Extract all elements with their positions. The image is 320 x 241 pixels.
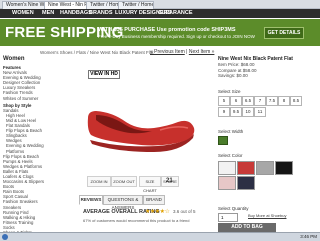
- sidebar-item[interactable]: Evening & Wedding: [3, 143, 44, 148]
- nav-men[interactable]: MEN: [42, 10, 54, 17]
- get-details-button[interactable]: GET DETAILS: [264, 27, 304, 39]
- promo-details: Free 2-Day Business membership required.…: [98, 34, 255, 39]
- item-pager: « Previous Item | Next Item »: [150, 49, 214, 55]
- tab-questions-answers[interactable]: QUESTIONS & ANSWERS: [103, 195, 143, 210]
- size-option[interactable]: 7: [254, 96, 266, 106]
- size-option[interactable]: 8: [278, 96, 290, 106]
- previous-item-link[interactable]: « Previous Item: [150, 49, 185, 55]
- promo-offer: WITH $35 PURCHASE Use promotion code SHI…: [98, 27, 236, 33]
- sidebar-item[interactable]: Flip Flops & Beach: [3, 154, 41, 159]
- zoom-in-button[interactable]: ZOOM IN: [87, 176, 111, 187]
- browser-tab-bar: Women's Nine West... Nine West - Nin Fla…: [0, 0, 320, 9]
- size-option[interactable]: 10: [242, 107, 254, 117]
- width-option-medium[interactable]: [218, 136, 228, 145]
- size-option[interactable]: 7.5: [266, 96, 278, 106]
- nav-handbags[interactable]: HANDBAGS: [60, 10, 92, 17]
- taskbar-clock: 3:46 PM: [300, 234, 317, 239]
- select-size-label: Select Size: [218, 89, 241, 94]
- size-option[interactable]: 8.5: [290, 96, 302, 106]
- select-color-label: Select Color: [218, 153, 243, 158]
- nav-women[interactable]: WOMEN: [12, 10, 34, 17]
- size-chart-button[interactable]: SIZE CHART: [139, 176, 161, 193]
- next-item-link[interactable]: Next Item »: [189, 49, 215, 55]
- color-swatch[interactable]: [256, 161, 274, 175]
- product-info: Nine West Nix Black Patent Flat Item Pri…: [218, 56, 304, 79]
- browser-tab-active[interactable]: Nine West - Nin Flat...: [44, 1, 90, 9]
- rating-stars: ★★★★☆: [145, 209, 170, 215]
- size-option[interactable]: 6: [230, 96, 242, 106]
- color-swatch[interactable]: [218, 161, 236, 175]
- rating-score: 3.6 out of 5: [173, 209, 196, 214]
- color-swatch[interactable]: [237, 176, 255, 190]
- buy-more-link[interactable]: Buy More at Shoebuy: [248, 213, 286, 218]
- size-option[interactable]: 11: [254, 107, 266, 117]
- breadcrumb[interactable]: Women's Shoes / Flats / Nine West Nix Bl…: [40, 50, 153, 55]
- product-savings: Savings: $0.00: [218, 73, 248, 78]
- sidebar-item[interactable]: Whites of Summer: [3, 96, 41, 101]
- recommend-text: 67% of customers would recommend this pr…: [83, 218, 190, 223]
- size-option[interactable]: 6.5: [242, 96, 254, 106]
- color-swatch[interactable]: [275, 161, 293, 175]
- select-width-label: Select Width: [218, 129, 244, 134]
- product-image: [87, 111, 195, 152]
- add-to-bag-button[interactable]: ADD TO BAG: [218, 223, 276, 232]
- category-sidebar: Women Features New Arrivals Evening & Wedd…: [3, 56, 44, 235]
- nav-brands[interactable]: BRANDS: [89, 10, 113, 17]
- size-option[interactable]: 9: [218, 107, 230, 117]
- size-option[interactable]: 9.5: [230, 107, 242, 117]
- quantity-select[interactable]: 1: [218, 213, 238, 222]
- site-nav-bar: WOMEN MEN HANDBAGS BRANDS LUXURY DESIGNE…: [0, 9, 320, 18]
- color-swatch[interactable]: [218, 176, 236, 190]
- like-count: 21: [166, 178, 173, 184]
- zoom-out-button[interactable]: ZOOM OUT: [111, 176, 137, 187]
- size-option[interactable]: 5: [218, 96, 230, 106]
- browser-tab[interactable]: Twitter / Home: [118, 1, 154, 9]
- sidebar-item[interactable]: Fashion Sneakers: [3, 199, 41, 204]
- tab-brand[interactable]: BRAND: [143, 195, 165, 205]
- free-shipping-banner: FREE SHIPPING WITH $35 PURCHASE Use prom…: [0, 19, 320, 46]
- sidebar-title: Women: [3, 56, 25, 62]
- pager-separator: |: [186, 49, 188, 55]
- browser-tab[interactable]: Women's Nine West...: [2, 1, 48, 9]
- nav-clearance[interactable]: CLEARANCE: [158, 10, 193, 17]
- tab-reviews[interactable]: REVIEWS: [79, 195, 103, 205]
- sidebar-list: Features New Arrivals Evening & Wedding Des…: [3, 65, 44, 235]
- color-swatch[interactable]: [237, 161, 255, 175]
- select-quantity-label: Select Quantity: [218, 206, 249, 211]
- start-button[interactable]: [2, 234, 8, 240]
